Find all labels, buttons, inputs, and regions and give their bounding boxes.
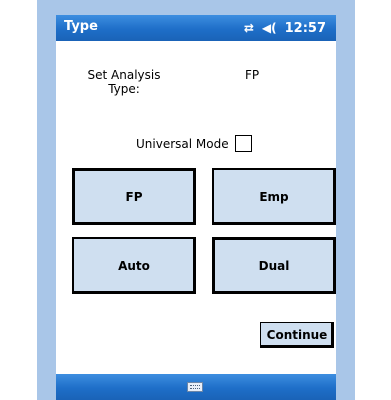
title-bar: Type ⇄ ◀( 12:57	[56, 15, 336, 41]
clock[interactable]: 12:57	[285, 21, 326, 36]
connectivity-icon[interactable]: ⇄	[244, 22, 254, 34]
bottom-bar	[56, 374, 336, 400]
window-title: Type	[64, 19, 98, 34]
speaker-icon[interactable]: ◀(	[262, 22, 277, 34]
analysis-type-row: Set Analysis Type: FP	[68, 68, 336, 108]
device-screen: Type ⇄ ◀( 12:57 Set Analysis Type: FP Un…	[56, 15, 336, 400]
emp-button[interactable]: Emp	[212, 168, 336, 225]
analysis-type-value: FP	[245, 68, 260, 82]
fp-button[interactable]: FP	[72, 168, 196, 225]
set-analysis-type-label: Set Analysis Type:	[87, 68, 161, 96]
system-tray: ⇄ ◀( 12:57	[244, 18, 326, 38]
dual-button[interactable]: Dual	[212, 237, 336, 294]
auto-button[interactable]: Auto	[72, 237, 196, 294]
keyboard-icon[interactable]	[187, 382, 203, 392]
continue-button[interactable]: Continue	[260, 322, 334, 348]
universal-mode-row[interactable]: Universal Mode	[136, 135, 252, 152]
universal-mode-checkbox[interactable]	[234, 135, 252, 152]
universal-mode-label: Universal Mode	[136, 136, 229, 151]
